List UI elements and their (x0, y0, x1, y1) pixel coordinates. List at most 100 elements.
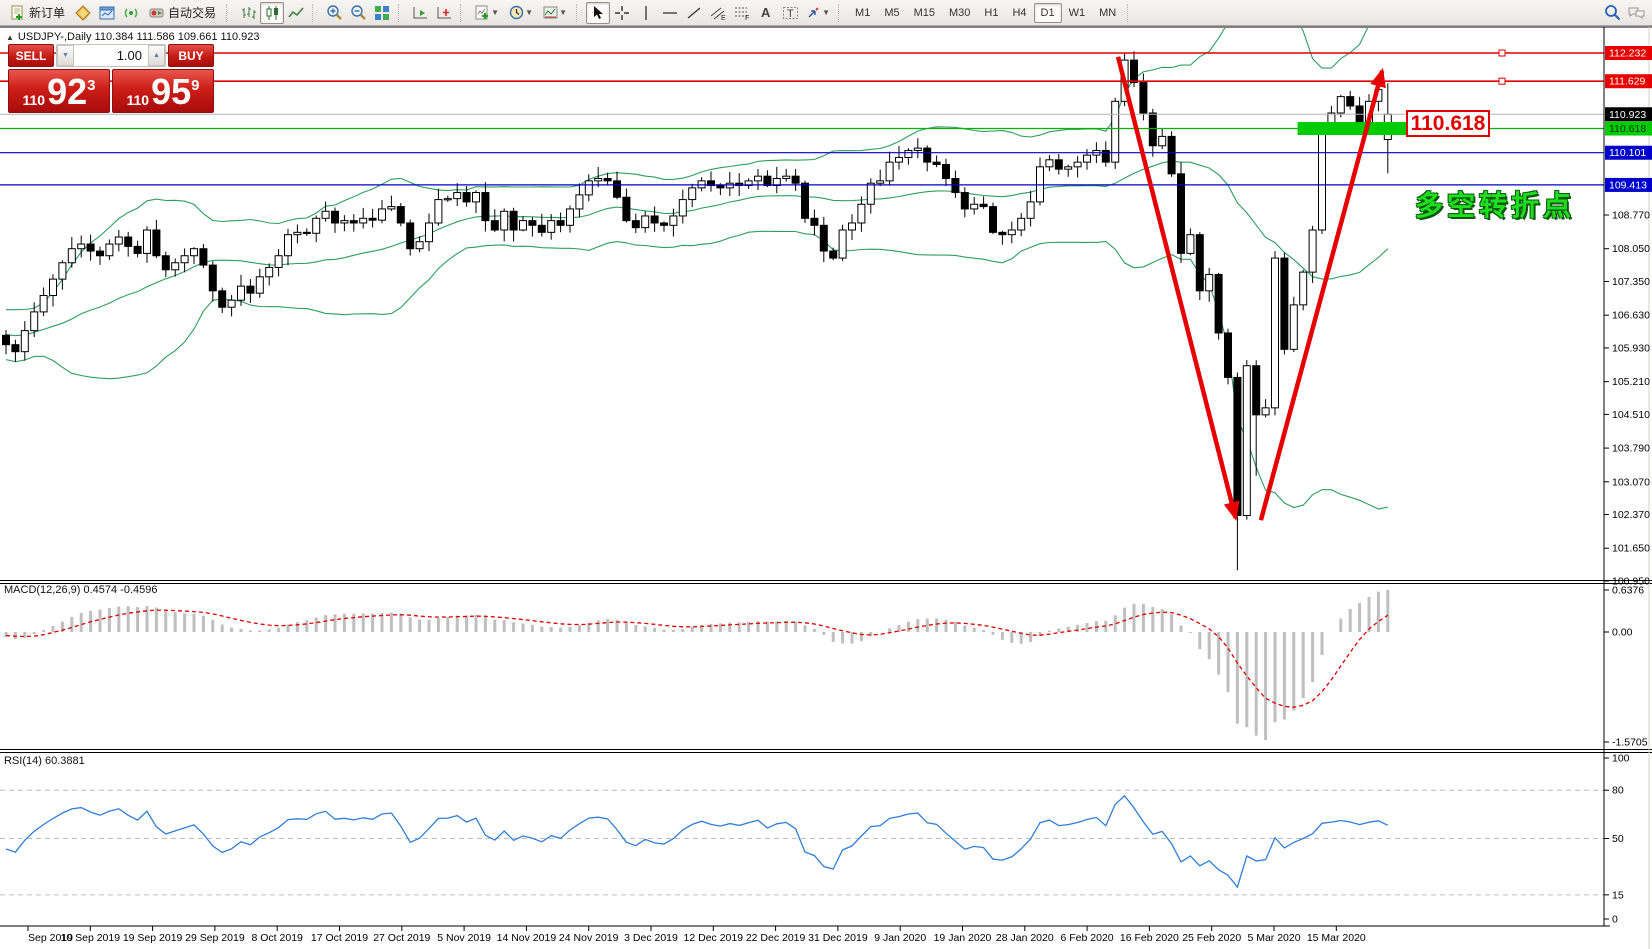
hline-icon[interactable] (658, 2, 682, 24)
candle (904, 149, 913, 158)
indicators-button[interactable]: ▼ (470, 2, 504, 24)
sell-price-tile[interactable]: 110 92 3 (8, 69, 110, 113)
svg-text:E: E (721, 15, 726, 21)
candle (876, 180, 885, 184)
bar-chart-icon[interactable] (236, 2, 260, 24)
chart-canvas[interactable]: 108.770 108.050 107.350 106.630 105.930 105.2… (0, 0, 1652, 949)
cursor-icon[interactable] (586, 1, 611, 24)
timeframe-button-h1[interactable]: H1 (977, 3, 1005, 23)
symbol-ohlc-text: USDJPY-,Daily 110.384 111.586 109.661 11… (17, 31, 260, 43)
candle (2, 334, 10, 346)
vline-icon[interactable] (634, 2, 658, 24)
timeframe-button-h4[interactable]: H4 (1005, 3, 1033, 23)
candle (1045, 159, 1054, 168)
svg-text:8 Oct 2019: 8 Oct 2019 (252, 932, 304, 944)
candle (443, 198, 452, 201)
fibonacci-icon[interactable]: F (730, 2, 754, 24)
svg-text:108.770: 108.770 (1612, 210, 1650, 222)
candle (603, 178, 612, 182)
buy-price-tile[interactable]: 110 95 9 (112, 69, 214, 113)
candle (556, 220, 565, 226)
auto-trading-label: 自动交易 (168, 6, 217, 20)
candle (77, 243, 86, 250)
tile-windows-icon[interactable] (370, 2, 394, 24)
candle (678, 199, 687, 217)
auto-scroll-icon[interactable] (408, 2, 432, 24)
search-icon[interactable] (1600, 2, 1624, 24)
volume-increase-button[interactable]: ▲ (148, 45, 165, 66)
signals-icon[interactable] (119, 2, 143, 24)
candle (1346, 96, 1355, 107)
svg-text:9 Jan 2020: 9 Jan 2020 (874, 932, 926, 944)
collapse-arrow-icon[interactable]: ▲ (6, 33, 14, 42)
crosshair-icon[interactable] (610, 2, 634, 24)
candle (406, 222, 415, 250)
volume-decrease-button[interactable]: ▼ (57, 45, 74, 66)
new-order-label: 新订单 (29, 6, 66, 20)
candle (942, 163, 950, 180)
chat-icon[interactable] (1624, 2, 1648, 24)
text-icon[interactable]: A (754, 2, 778, 24)
chart-shift-icon[interactable] (432, 2, 456, 24)
new-chart-icon[interactable] (95, 2, 119, 24)
candle (331, 210, 339, 224)
svg-text:108.050: 108.050 (1612, 243, 1650, 255)
svg-text:112.232: 112.232 (1609, 48, 1646, 60)
new-order-button[interactable]: 新订单 (4, 2, 71, 24)
timeframe-button-m15[interactable]: M15 (907, 3, 942, 23)
svg-text:110.618: 110.618 (1609, 123, 1646, 135)
sell-button[interactable]: SELL (8, 44, 54, 67)
svg-text:29 Sep 2019: 29 Sep 2019 (185, 932, 245, 944)
timeframe-button-m30[interactable]: M30 (942, 3, 977, 23)
turning-point-annotation[interactable]: 多空转折点 (1415, 184, 1575, 224)
candle (1252, 365, 1261, 416)
sell-price-prefix: 110 (22, 92, 46, 108)
svg-text:31 Dec 2019: 31 Dec 2019 (808, 932, 868, 944)
candle (866, 182, 875, 205)
timeframe-button-m5[interactable]: M5 (877, 3, 906, 23)
timeframe-button-mn[interactable]: MN (1092, 3, 1123, 23)
templates-button[interactable]: ▼ (538, 2, 572, 24)
rsi-indicator-label: RSI(14) 60.3881 (4, 755, 85, 767)
candle (180, 255, 189, 264)
trendline-icon[interactable] (682, 2, 706, 24)
candle (1261, 407, 1270, 416)
svg-text:19 Sep 2019: 19 Sep 2019 (123, 932, 183, 944)
candle (801, 182, 809, 219)
channel-icon[interactable]: E (706, 2, 730, 24)
candle (359, 217, 368, 224)
candle (1083, 154, 1091, 163)
candle (30, 311, 39, 332)
price-annotation-box[interactable]: 110.618 (1406, 110, 1490, 137)
candle (453, 192, 462, 200)
zoom-in-icon[interactable] (322, 2, 346, 24)
periods-button[interactable]: ▼ (504, 2, 538, 24)
candle (274, 255, 283, 268)
timeframe-button-d1[interactable]: D1 (1033, 2, 1062, 23)
auto-trading-button[interactable]: 自动交易 (143, 2, 222, 24)
candle (49, 278, 57, 297)
buy-button[interactable]: BUY (168, 44, 214, 67)
candle (979, 203, 988, 208)
candle (114, 236, 123, 245)
candle (152, 229, 161, 257)
label-icon[interactable]: T (778, 2, 802, 24)
timeframe-button-w1[interactable]: W1 (1062, 3, 1093, 23)
candle (396, 206, 405, 224)
volume-input[interactable] (74, 45, 148, 66)
candle (1186, 234, 1195, 254)
candle (1280, 257, 1289, 350)
candle (613, 180, 621, 198)
line-chart-icon[interactable] (284, 2, 308, 24)
arrows-tool-button[interactable]: ▼ (802, 2, 834, 24)
candle (1148, 112, 1157, 147)
candle (1205, 273, 1214, 292)
candlestick-icon[interactable] (260, 1, 285, 24)
market-watch-icon[interactable] (71, 2, 95, 24)
zoom-out-icon[interactable] (346, 2, 370, 24)
svg-text:-1.5705: -1.5705 (1612, 737, 1648, 749)
timeframe-button-m1[interactable]: M1 (848, 3, 877, 23)
buy-price-main: 95 (151, 71, 192, 113)
chart-title[interactable]: ▲ USDJPY-,Daily 110.384 111.586 109.661 1… (6, 31, 260, 43)
candle (302, 231, 311, 235)
